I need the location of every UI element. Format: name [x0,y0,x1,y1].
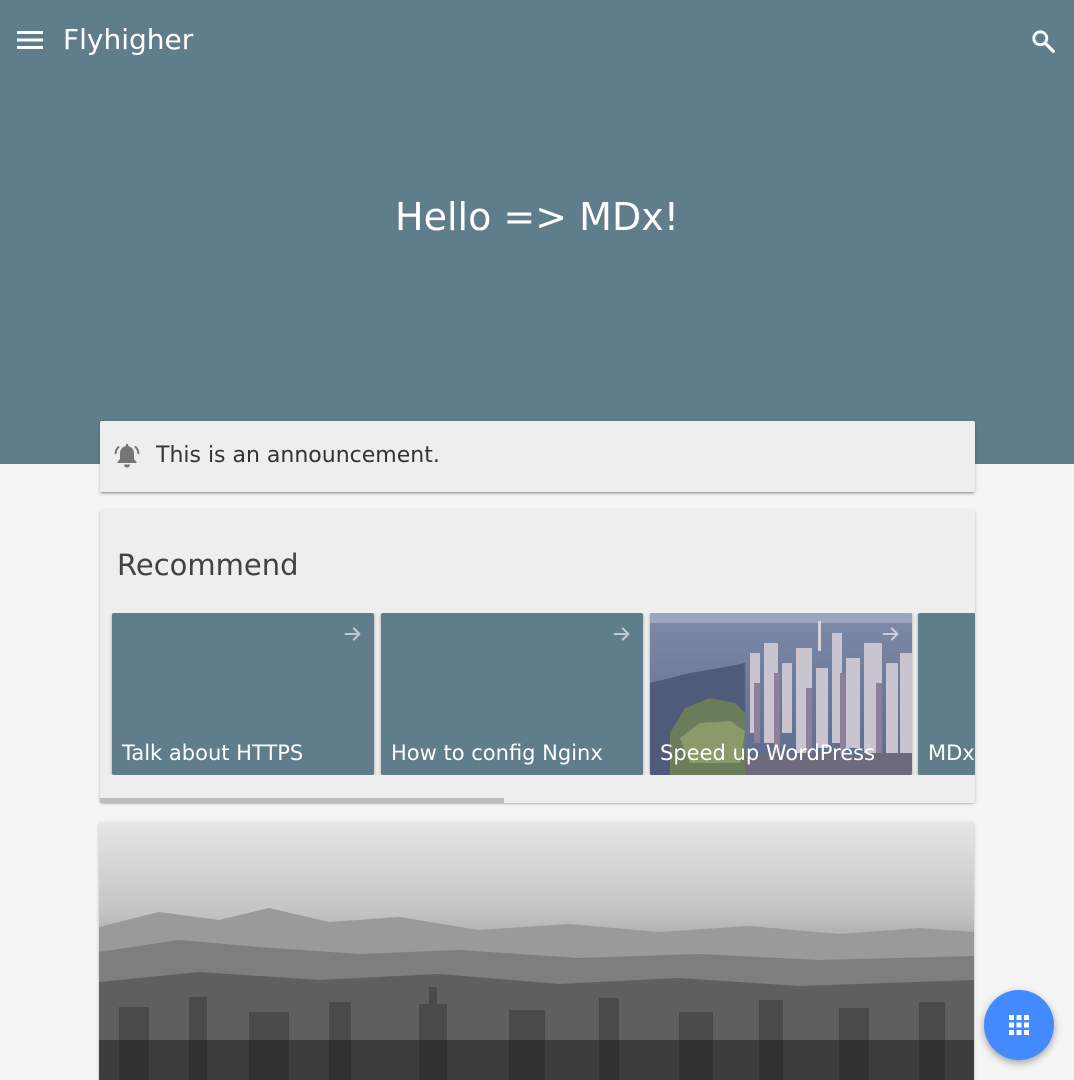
bell-ring-icon [114,443,140,468]
top-app-bar: Flyhigher [0,0,1074,80]
arrow-forward-icon [882,627,899,641]
search-icon [1032,30,1055,53]
hero-title: Hello => MDx! [395,195,679,239]
recommend-item-label: How to config Nginx [391,741,603,765]
post-cover-image [99,822,974,1080]
recommend-item-label: Talk about HTTPS [122,741,304,765]
recommend-item[interactable]: Speed up WordPress [650,613,912,775]
apps-grid-icon [1009,1015,1029,1035]
arrow-forward-icon [613,627,630,641]
recommend-title: Recommend [117,548,299,582]
menu-icon [17,31,43,49]
recommend-item[interactable]: How to config Nginx [381,613,643,775]
recommend-carousel[interactable]: Talk about HTTPS How to config Nginx Spe… [100,613,975,775]
announcement-text: This is an announcement. [156,443,440,468]
recommend-item[interactable]: MDx [918,613,975,775]
apps-fab-button[interactable] [984,990,1054,1060]
menu-button[interactable] [12,22,48,58]
search-button[interactable] [1024,22,1062,60]
recommend-item[interactable]: Talk about HTTPS [112,613,374,775]
recommend-item-label: MDx [928,741,975,765]
recommend-item-label: Speed up WordPress [660,741,876,765]
post-card[interactable] [99,822,974,1080]
recommend-scrollbar-thumb[interactable] [100,798,504,803]
site-title[interactable]: Flyhigher [63,22,193,58]
arrow-forward-icon [344,627,361,641]
